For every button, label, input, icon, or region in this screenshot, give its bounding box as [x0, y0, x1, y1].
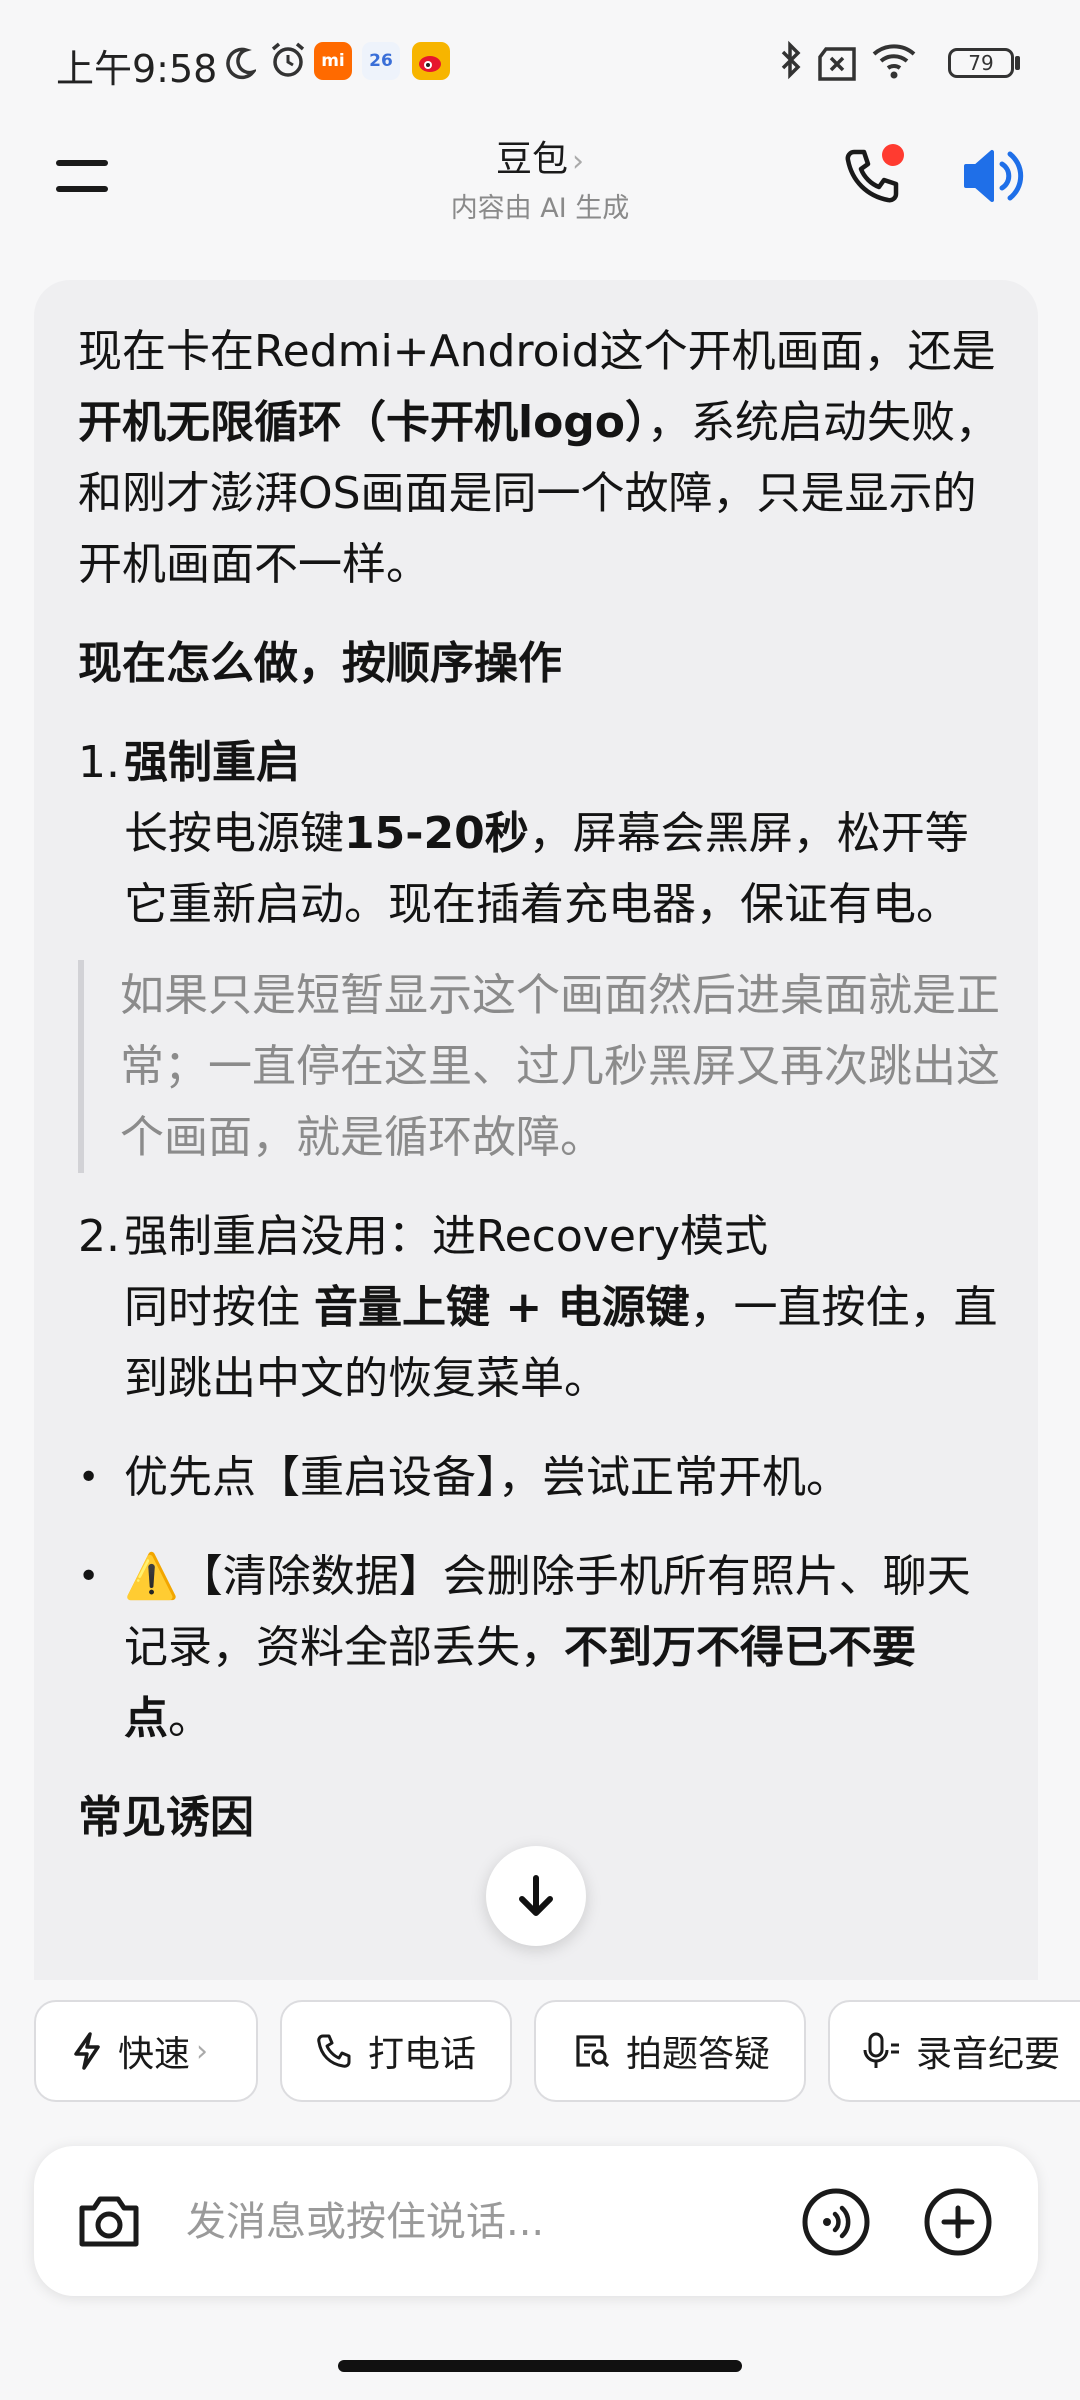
blockquote: 如果只是短暂显示这个画面然后进桌面就是正常；一直停在这里、过几秒黑屏又再次跳出这…	[78, 960, 1002, 1173]
ai-message-card: 现在卡在Redmi+Android这个开机画面，还是开机无限循环（卡开机logo…	[34, 280, 1038, 1980]
warning-icon: ⚠️	[124, 1551, 179, 1602]
voice-memo-chip[interactable]: 录音纪要	[828, 2000, 1080, 2102]
ai-disclaimer: 内容由 AI 生成	[450, 193, 630, 224]
chip-label: 打电话	[368, 2034, 477, 2075]
photo-qa-chip[interactable]: 拍题答疑	[534, 2000, 806, 2102]
step-1: 1. 强制重启 长按电源键15-20秒，屏幕会黑屏，松开等它重新启动。现在插着充…	[78, 727, 1002, 940]
scroll-to-bottom-button[interactable]	[486, 1846, 586, 1946]
chip-label: 快速	[118, 2034, 191, 2075]
calendar-app-icon: 26	[362, 42, 400, 80]
step-2: 2. 强制重启没用：进Recovery模式 同时按住 音量上键 + 电源键，一直…	[78, 1201, 1002, 1414]
chip-label: 录音纪要	[916, 2034, 1061, 2075]
mic-icon	[863, 2032, 899, 2068]
fast-mode-chip[interactable]: 快速 ›	[34, 2000, 258, 2102]
status-bar: 上午9:58 mi 26 79	[0, 0, 1080, 120]
message-intro: 现在卡在Redmi+Android这个开机画面，还是开机无限循环（卡开机logo…	[78, 316, 1002, 600]
moon-icon	[226, 47, 256, 80]
step-number: 1.	[78, 737, 120, 788]
message-input-bar	[34, 2146, 1038, 2296]
section-heading: 现在怎么做，按顺序操作	[78, 638, 562, 689]
alarm-icon	[271, 42, 305, 77]
mi-app-icon: mi	[314, 42, 352, 80]
plus-icon[interactable]	[922, 2186, 994, 2258]
chat-title-text: 豆包	[495, 139, 568, 180]
bullet-item: • ⚠️【清除数据】会删除手机所有照片、聊天记录，资料全部丢失，不到万不得已不要…	[78, 1541, 1002, 1754]
chat-title[interactable]: 豆包 ›	[0, 130, 1080, 182]
voice-call-icon[interactable]	[800, 2186, 872, 2258]
battery-tip	[1015, 56, 1020, 70]
battery-icon: 79	[948, 48, 1014, 78]
speaker-icon[interactable]	[960, 146, 1030, 206]
step-description: 同时按住 音量上键 + 电源键，一直按住，直到跳出中文的恢复菜单。	[124, 1282, 998, 1404]
phone-icon	[317, 2034, 351, 2068]
bullet-dot: •	[78, 1556, 100, 1597]
bullet-dot: •	[78, 1457, 100, 1498]
bluetooth-icon	[781, 40, 801, 80]
section-heading: 常见诱因	[78, 1792, 254, 1843]
message-content: 现在卡在Redmi+Android这个开机画面，还是开机无限循环（卡开机logo…	[78, 316, 1002, 1853]
step-description: 长按电源键15-20秒，屏幕会黑屏，松开等它重新启动。现在插着充电器，保证有电。	[124, 808, 969, 930]
camera-icon[interactable]	[74, 2186, 144, 2256]
status-time: 上午9:58	[56, 47, 218, 91]
bullet-text: ⚠️【清除数据】会删除手机所有照片、聊天记录，资料全部丢失，不到万不得已不要点。	[124, 1551, 971, 1744]
arrow-down-icon	[519, 1875, 553, 1916]
chevron-right-icon: ›	[572, 144, 584, 179]
quick-action-chips: 快速 › 打电话 拍题答疑 录音纪要	[0, 2000, 1080, 2110]
wifi-icon	[872, 44, 916, 79]
step-number: 2.	[78, 1211, 120, 1262]
step-title: 强制重启没用：进Recovery模式	[124, 1211, 769, 1262]
weibo-app-icon	[412, 42, 450, 80]
message-input[interactable]	[184, 2186, 788, 2258]
step-title: 强制重启	[124, 737, 300, 788]
intro-bold: 开机无限循环（卡开机logo）	[78, 397, 648, 448]
bullet-item: • 优先点【重启设备】，尝试正常开机。	[78, 1442, 1002, 1513]
call-notification-dot	[882, 144, 904, 166]
call-chip[interactable]: 打电话	[280, 2000, 512, 2102]
bullet-text: 优先点【重启设备】，尝试正常开机。	[124, 1452, 850, 1503]
no-sim-icon	[818, 47, 856, 81]
intro-text: 现在卡在Redmi+Android这个开机画面，还是	[78, 326, 996, 377]
chevron-right-icon: ›	[196, 2033, 209, 2069]
doc-search-icon	[576, 2035, 610, 2068]
chip-label: 拍题答疑	[626, 2034, 771, 2075]
lightning-icon	[74, 2032, 100, 2070]
home-indicator[interactable]	[338, 2360, 742, 2372]
